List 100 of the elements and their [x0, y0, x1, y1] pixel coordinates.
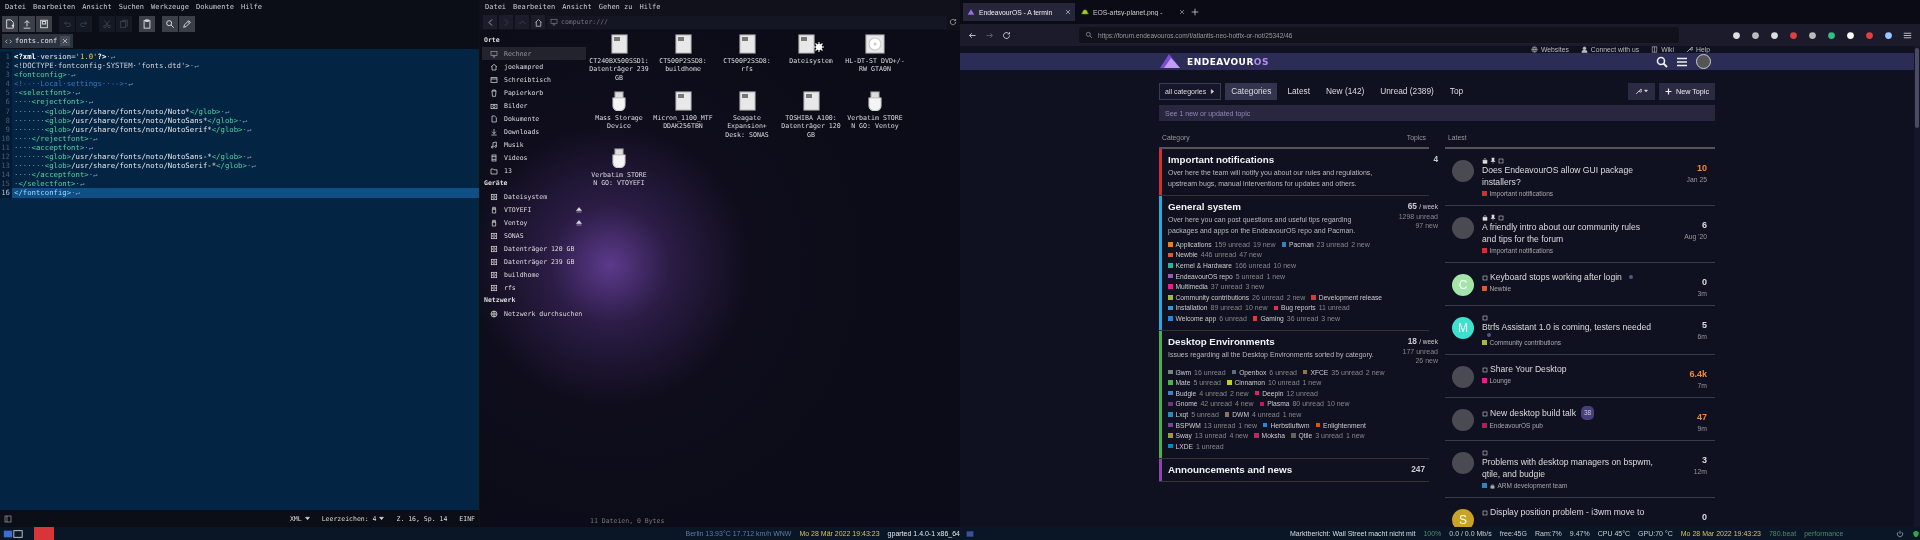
search-icon — [165, 19, 175, 29]
undo-icon — [62, 19, 72, 29]
download-icon — [490, 127, 498, 136]
topic-title[interactable]: Problems with desktop managers on bspwm, qtile, and budgie — [1482, 456, 1655, 480]
site-logo[interactable]: ENDEAVOUROS — [1159, 53, 1269, 70]
plus-icon — [1191, 8, 1199, 16]
toolbar-button[interactable] — [19, 16, 35, 32]
topic-title[interactable]: Share Your Desktop — [1490, 363, 1567, 375]
category-title[interactable]: Announcements and news — [1168, 463, 1365, 475]
topic-title[interactable]: Display position problem - i3wm move to — [1490, 506, 1645, 518]
topic-title[interactable]: Does EndeavourOS allow GUI package installers? — [1482, 164, 1655, 188]
scissors-icon — [102, 19, 112, 29]
copy-icon — [119, 19, 129, 29]
code-file-icon — [5, 37, 12, 45]
pin-icon — [1490, 157, 1496, 164]
music-note-icon — [490, 140, 498, 149]
toolbar-button[interactable] — [179, 16, 195, 32]
hard-drive-icon — [802, 91, 820, 111]
nav-tab[interactable]: New (142) — [1320, 82, 1371, 100]
triangle-logo-icon — [1159, 53, 1181, 70]
pencil-icon — [182, 19, 192, 29]
optical-drive-icon — [865, 34, 885, 54]
redo-icon — [79, 19, 89, 29]
topic-title[interactable]: New desktop build talk — [1490, 407, 1576, 419]
topic-count: 4 — [1433, 154, 1438, 164]
nav-tab[interactable]: Categories — [1225, 82, 1278, 100]
drive-icon — [490, 192, 498, 201]
close-icon — [62, 38, 69, 44]
nav-tab[interactable]: Top — [1443, 82, 1470, 100]
reply-count: 0 — [1702, 512, 1707, 522]
eject-icon — [576, 219, 582, 226]
document-icon — [490, 114, 498, 123]
avatar-placeholder[interactable] — [1452, 409, 1474, 431]
house-icon — [533, 17, 543, 27]
reply-count: 47 — [1697, 412, 1707, 422]
topic-title[interactable]: Btrfs Assistant 1.0 is coming, testers needed — [1482, 321, 1652, 333]
person-icon — [1580, 46, 1588, 53]
wrench-icon — [1634, 87, 1642, 95]
search-icon — [1656, 55, 1668, 68]
triangle-logo-icon — [967, 8, 975, 16]
book-icon — [1651, 46, 1659, 53]
eject-icon — [576, 206, 582, 213]
avatar-placeholder[interactable] — [1452, 217, 1474, 239]
close-icon — [1179, 9, 1185, 15]
usb-drive-icon — [490, 205, 498, 214]
category-title[interactable]: Desktop Environments — [1168, 335, 1378, 347]
usb-drive-icon — [612, 91, 626, 111]
monitor-icon — [550, 18, 558, 26]
monitor-icon — [490, 49, 498, 58]
category-title[interactable]: General system — [1168, 201, 1378, 212]
tools-button[interactable] — [1627, 82, 1655, 100]
toolbar-button[interactable] — [139, 16, 155, 32]
reply-count: 3 — [1702, 455, 1707, 465]
hard-drive-icon — [738, 34, 756, 54]
caret-icon — [1643, 89, 1648, 93]
drive-icon — [490, 283, 498, 292]
topic-title[interactable]: A friendly intro about our community rules and tips for the forum — [1482, 221, 1655, 245]
folder-icon — [490, 166, 498, 175]
topic-title[interactable]: Keyboard stops working after login — [1490, 271, 1622, 283]
toolbar-button[interactable] — [36, 16, 52, 32]
pin-icon — [1490, 214, 1496, 221]
clipboard-icon — [142, 19, 152, 29]
trash-icon — [490, 88, 498, 97]
reload-icon — [949, 18, 957, 26]
avatar-placeholder[interactable] — [1452, 160, 1474, 182]
lock-icon — [1482, 214, 1488, 221]
sidebar-toggle-icon — [4, 514, 12, 523]
lock-icon — [1489, 482, 1495, 489]
save-icon — [39, 19, 49, 29]
monitor-icon — [490, 75, 498, 84]
window-icon — [966, 529, 974, 538]
toolbar-button[interactable] — [2, 16, 18, 32]
drive-icon — [490, 231, 498, 240]
category-title[interactable]: Important notifications — [1168, 154, 1378, 165]
globe-icon — [1531, 46, 1538, 53]
nav-tab[interactable]: Unread (2389) — [1374, 82, 1440, 100]
nav-button[interactable] — [531, 15, 545, 29]
nav-button[interactable] — [483, 15, 497, 29]
avatar-placeholder[interactable] — [1452, 366, 1474, 388]
caret-icon — [1210, 88, 1216, 94]
plus-icon — [1664, 87, 1672, 95]
search-icon — [1085, 31, 1093, 39]
avatar-circle[interactable] — [1696, 54, 1711, 69]
back-arrow-icon — [968, 30, 977, 40]
usb-drive-icon — [612, 148, 626, 168]
globe-icon — [490, 309, 498, 318]
toolbar-button[interactable] — [162, 16, 178, 32]
reply-count: 6.4k — [1689, 369, 1707, 379]
avatar-placeholder[interactable] — [1452, 452, 1474, 474]
reply-count: 10 — [1697, 163, 1707, 173]
usb-drive-icon — [490, 218, 498, 227]
hard-drive-icon — [674, 34, 692, 54]
nav-tab[interactable]: Latest — [1281, 82, 1316, 100]
drive-icon — [490, 257, 498, 266]
forward-arrow-icon — [985, 30, 994, 40]
shield-icon — [1912, 529, 1920, 538]
lock-icon — [1482, 157, 1488, 164]
new-document-icon — [5, 19, 15, 29]
caret-icon — [379, 516, 385, 521]
reload-icon — [1002, 30, 1011, 40]
